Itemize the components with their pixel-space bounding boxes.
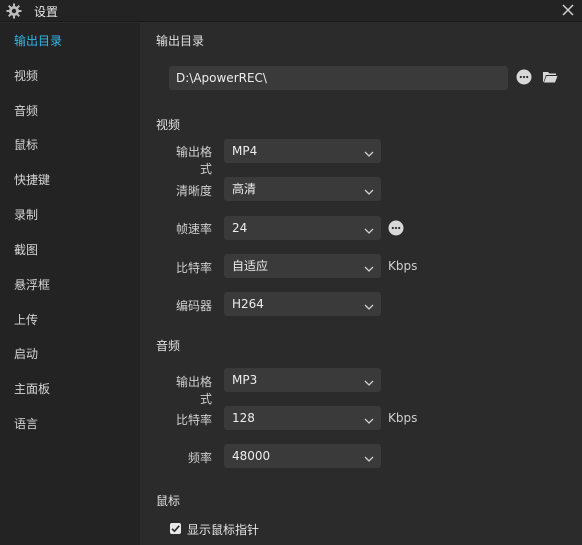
chevron-down-icon [364,452,374,462]
video-bitrate-select[interactable]: 自适应 [224,254,381,278]
video-quality-value: 高清 [232,182,257,196]
audio-format-select[interactable]: MP3 [224,368,381,392]
chevron-down-icon [364,414,374,424]
audio-format-value: MP3 [232,373,258,387]
close-icon[interactable] [560,2,576,18]
sidebar-item-startup[interactable]: 启动 [0,337,140,371]
chevron-down-icon [364,147,374,157]
sidebar-item-record[interactable]: 录制 [0,198,140,232]
video-quality-label: 清晰度 [175,184,212,198]
sidebar-item-main-panel[interactable]: 主面板 [0,372,140,406]
sidebar-item-language[interactable]: 语言 [0,407,140,441]
sidebar-item-video[interactable]: 视频 [0,59,140,93]
video-format-label: 输出格式 [175,145,212,176]
video-bitrate-value: 自适应 [232,259,269,273]
video-bitrate-unit: Kbps [388,259,418,273]
chevron-down-icon [364,224,374,234]
audio-bitrate-value: 128 [232,411,255,425]
audio-samplerate-select[interactable]: 48000 [224,444,381,468]
fps-more-icon[interactable] [388,220,404,236]
audio-bitrate-label: 比特率 [175,413,212,427]
video-encoder-label: 编码器 [175,299,212,313]
video-encoder-select[interactable]: H264 [224,292,381,316]
video-fps-select[interactable]: 24 [224,216,381,240]
sidebar: 输出目录 视频 音频 鼠标 快捷键 录制 截图 悬浮框 上传 启动 主面板 语言 [0,23,140,545]
sidebar-item-float-box[interactable]: 悬浮框 [0,268,140,302]
video-format-value: MP4 [232,144,258,158]
show-pointer-checkbox[interactable] [170,523,181,534]
show-pointer-label[interactable]: 显示鼠标指针 [187,521,259,538]
audio-format-label: 输出格式 [175,375,212,406]
sidebar-item-screenshot[interactable]: 截图 [0,233,140,267]
sidebar-item-hotkeys[interactable]: 快捷键 [0,163,140,197]
chevron-down-icon [364,262,374,272]
gear-icon [6,3,22,19]
audio-samplerate-label: 频率 [187,451,212,465]
audio-samplerate-value: 48000 [232,449,271,463]
sidebar-item-output-dir[interactable]: 输出目录 [0,24,140,58]
audio-bitrate-unit: Kbps [388,411,418,425]
sidebar-item-mouse[interactable]: 鼠标 [0,128,140,162]
video-quality-select[interactable]: 高清 [224,177,381,201]
chevron-down-icon [364,300,374,310]
output-dir-field[interactable]: D:\ApowerREC\ [169,66,508,90]
video-fps-label: 帧速率 [175,222,212,236]
video-heading: 视频 [156,118,181,132]
chevron-down-icon [364,376,374,386]
audio-bitrate-select[interactable]: 128 [224,406,381,430]
sidebar-item-upload[interactable]: 上传 [0,303,140,337]
more-icon[interactable] [516,69,532,85]
chevron-down-icon [364,185,374,195]
video-fps-value: 24 [232,221,248,235]
video-bitrate-label: 比特率 [175,261,212,275]
mouse-heading: 鼠标 [156,494,181,508]
audio-heading: 音频 [156,339,181,353]
sidebar-item-audio[interactable]: 音频 [0,94,140,128]
check-icon [171,525,180,533]
window-title: 设置 [34,5,59,19]
title-bar: 设置 [0,0,582,22]
video-encoder-value: H264 [232,297,264,311]
video-format-select[interactable]: MP4 [224,139,381,163]
output-dir-heading: 输出目录 [156,34,205,48]
settings-panel: 输出目录 D:\ApowerREC\ 视频 输出格式 MP4 清晰度 高清 帧速… [140,23,582,545]
folder-icon[interactable] [542,69,558,85]
